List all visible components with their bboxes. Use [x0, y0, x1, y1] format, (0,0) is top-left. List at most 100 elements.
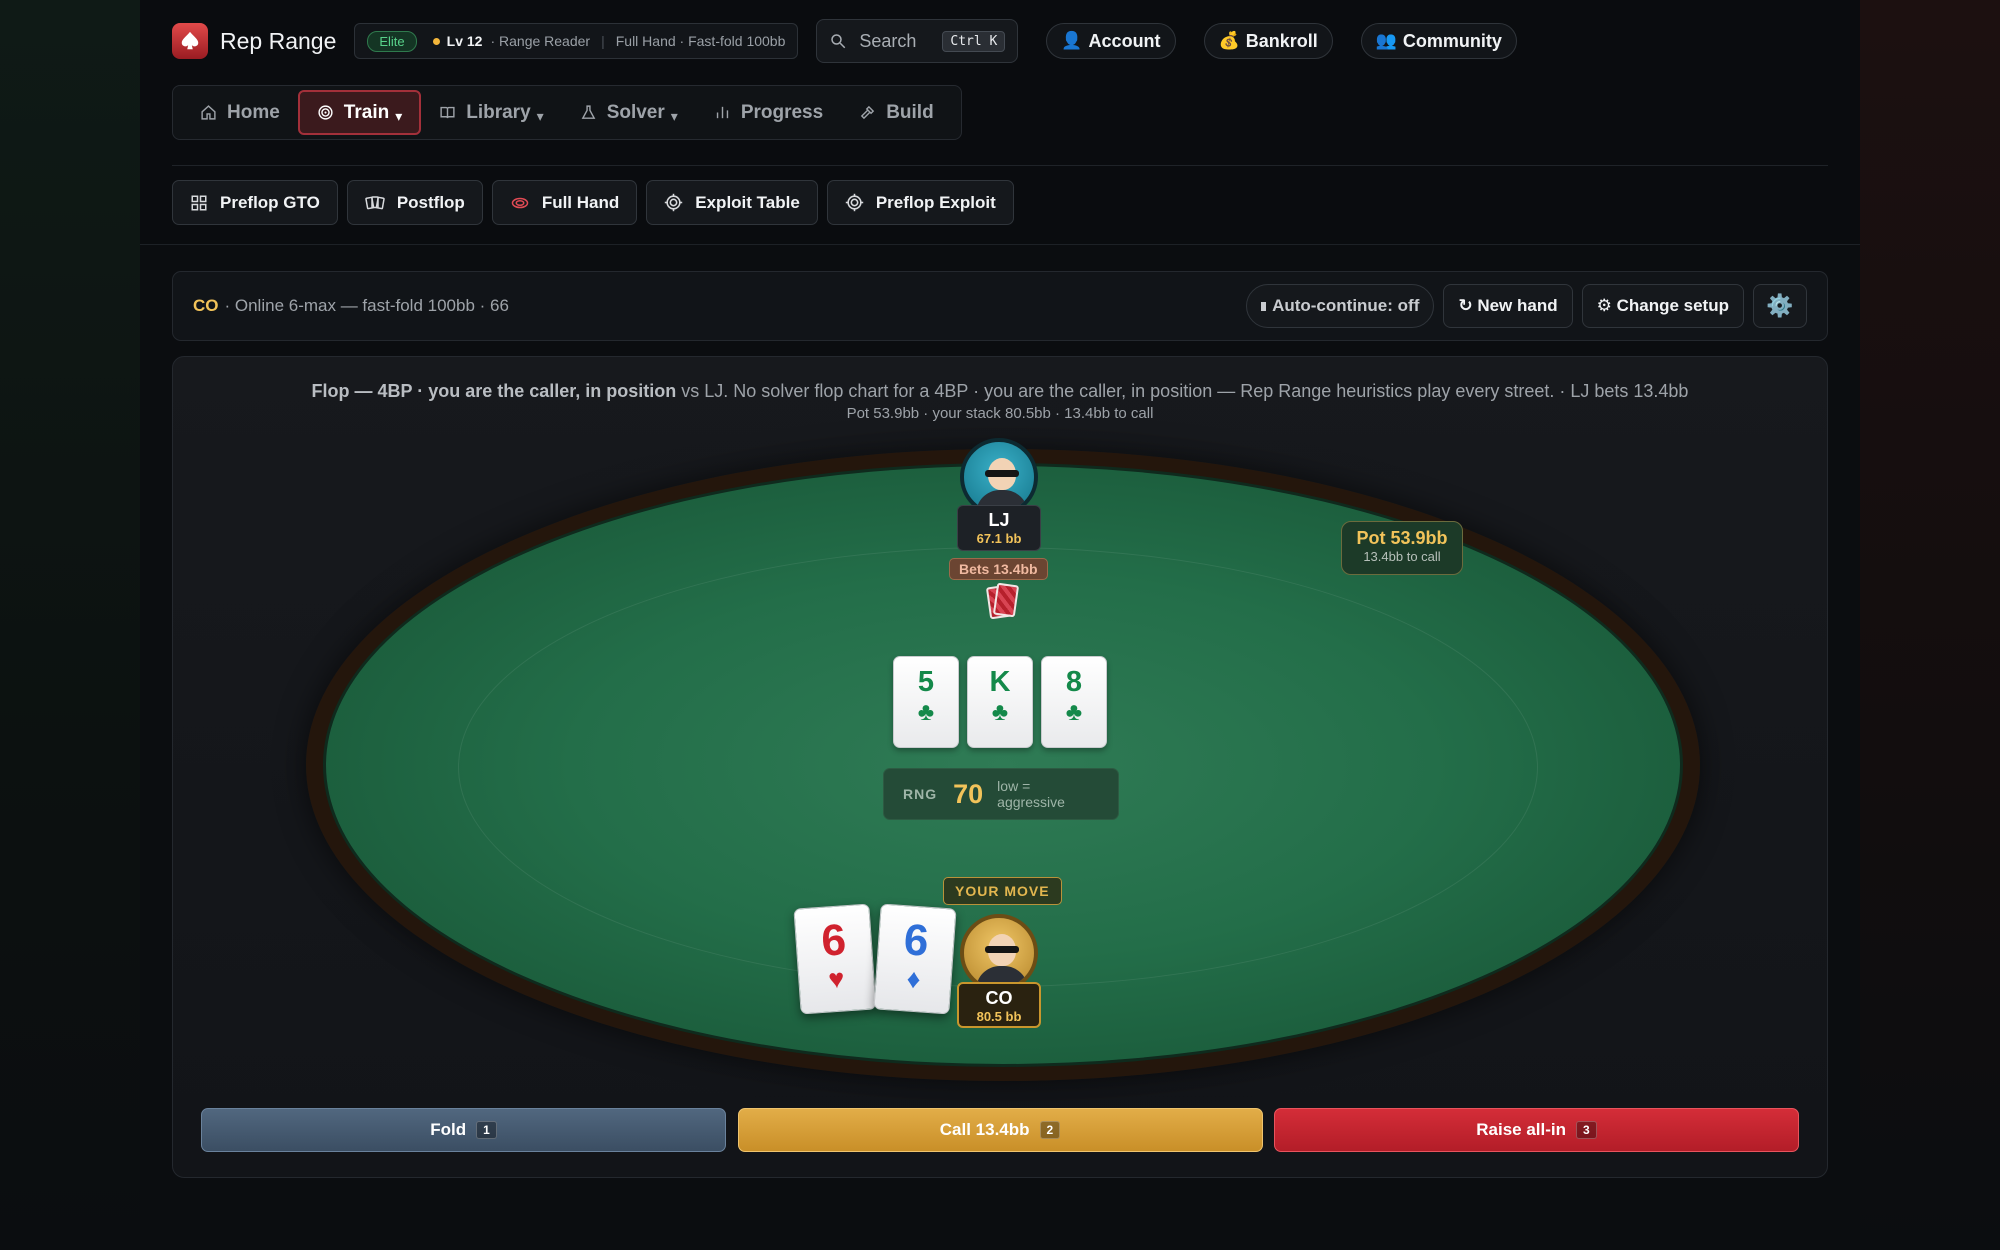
change-setup-button[interactable]: ⚙ Change setup — [1581, 284, 1744, 328]
rng-value: 70 — [953, 778, 984, 809]
club-icon: ♣ — [1065, 698, 1083, 726]
nav-home-label: Home — [227, 101, 280, 123]
toggle-indicator-icon — [1261, 301, 1267, 311]
community-label: Community — [1402, 30, 1502, 51]
card-rank: 6 — [819, 915, 848, 966]
call-button[interactable]: Call 13.4bb 2 — [737, 1108, 1263, 1152]
villain-name: LJ — [988, 510, 1010, 530]
new-hand-button[interactable]: ↻ New hand — [1443, 284, 1573, 328]
bankroll-button[interactable]: 💰 Bankroll — [1203, 23, 1333, 59]
spade-icon — [181, 31, 199, 50]
tier-badge: Elite — [367, 30, 417, 52]
bankroll-label: Bankroll — [1245, 30, 1318, 51]
card-rank: 5 — [917, 666, 935, 698]
card-back-icon — [992, 582, 1020, 618]
club-icon: ♣ — [917, 698, 935, 726]
action-buttons: Fold 1 Call 13.4bb 2 Raise all-in 3 — [201, 1108, 1799, 1152]
board-card: 8 ♣ — [1041, 656, 1107, 748]
background-left — [0, 0, 140, 1250]
level-label: Lv 12 — [446, 33, 483, 49]
search-icon — [831, 34, 846, 49]
training-modes: Preflop GTO Postflop Full Hand Exploit T… — [172, 180, 1023, 225]
rng-hint: low = aggressive — [997, 778, 1065, 810]
community-button[interactable]: 👥 Community — [1360, 23, 1517, 59]
hero-stack: 80.5 bb — [976, 1009, 1022, 1024]
nav-build-label: Build — [886, 101, 934, 123]
fold-button[interactable]: Fold 1 — [201, 1108, 726, 1152]
target-icon — [318, 105, 333, 120]
top-bar: Rep Range Elite Lv 12 · Range Reader | F… — [172, 19, 1517, 63]
hotkey-badge: 3 — [1576, 1121, 1597, 1139]
heart-icon: ♥ — [827, 963, 846, 995]
session-description: · Online 6-max — fast-fold 100bb · 66 — [224, 296, 509, 315]
mode-preflop-exploit[interactable]: Preflop Exploit — [826, 180, 1014, 225]
villain-stack: 67.1 bb — [976, 531, 1022, 546]
mode-full-hand[interactable]: Full Hand — [491, 180, 638, 225]
session-actions: Auto-continue: off ↻ New hand ⚙ Change s… — [1237, 284, 1807, 328]
rank-label: · Range Reader — [490, 33, 591, 49]
nav-solver-label: Solver — [606, 101, 665, 123]
user-icon: 👤 — [1061, 31, 1083, 50]
book-icon — [440, 106, 455, 119]
mode-preflop-gto[interactable]: Preflop GTO — [172, 180, 338, 225]
hotkey-badge: 2 — [1039, 1121, 1061, 1139]
street-headline: Flop — 4BP · you are the caller, in posi… — [173, 381, 1827, 402]
hero-avatar — [960, 914, 1038, 992]
search-shortcut: Ctrl K — [942, 30, 1006, 52]
divider: | — [601, 33, 605, 49]
pot-total: Pot 53.9bb — [1356, 528, 1448, 548]
cards-icon — [365, 195, 385, 209]
hero-nameplate: CO 80.5 bb — [957, 982, 1041, 1028]
headline-emphasis: Flop — 4BP · you are the caller, in posi… — [311, 381, 677, 401]
nav-library-label: Library — [466, 101, 531, 123]
bar-chart-icon — [716, 106, 728, 119]
nav-home[interactable]: Home — [182, 90, 298, 135]
nav-train[interactable]: Train ▾ — [297, 90, 422, 135]
account-button[interactable]: 👤 Account — [1046, 23, 1176, 59]
people-icon: 👥 — [1375, 31, 1397, 50]
money-bag-icon: 💰 — [1218, 31, 1240, 50]
villain-bet-badge: Bets 13.4bb — [949, 558, 1048, 580]
sunglasses-icon — [985, 470, 1019, 477]
auto-continue-toggle[interactable]: Auto-continue: off — [1246, 284, 1435, 328]
pot-summary: Pot 53.9bb · your stack 80.5bb · 13.4bb … — [846, 405, 1154, 422]
board-cards: 5 ♣ K ♣ 8 ♣ — [893, 656, 1115, 748]
nav-progress[interactable]: Progress — [696, 90, 841, 135]
app-title[interactable]: Rep Range — [220, 28, 336, 55]
mode-preflop-gto-label: Preflop GTO — [220, 192, 320, 212]
mode-preflop-exploit-label: Preflop Exploit — [875, 192, 996, 212]
fold-label: Fold — [430, 1120, 467, 1139]
pot-display: Pot 53.9bb 13.4bb to call — [1341, 521, 1463, 575]
sunglasses-icon — [985, 946, 1019, 953]
app-logo[interactable] — [172, 23, 208, 59]
gear-icon: ⚙️ — [1766, 293, 1794, 318]
nav-train-label: Train — [343, 101, 390, 123]
rng-display: RNG 70 low = aggressive — [883, 768, 1119, 820]
account-label: Account — [1088, 30, 1161, 51]
player-status[interactable]: Elite Lv 12 · Range Reader | Full Hand ·… — [354, 23, 799, 59]
nav-progress-label: Progress — [740, 101, 824, 123]
raise-all-in-button[interactable]: Raise all-in 3 — [1274, 1108, 1799, 1152]
raise-label: Raise all-in — [1476, 1120, 1567, 1139]
nav-build[interactable]: Build — [841, 90, 952, 135]
search-label: Search — [859, 30, 917, 51]
settings-button[interactable]: ⚙️ — [1753, 284, 1807, 328]
nav-library[interactable]: Library ▾ — [421, 90, 561, 135]
mode-exploit-table-label: Exploit Table — [695, 192, 800, 212]
game-panel: Flop — 4BP · you are the caller, in posi… — [172, 356, 1828, 1178]
main-nav: Home Train ▾ Library ▾ Solver ▾ Progress… — [172, 85, 962, 140]
auto-continue-label: Auto-continue: off — [1272, 296, 1420, 315]
level-dot-icon — [432, 37, 440, 45]
mode-exploit-table[interactable]: Exploit Table — [646, 180, 818, 225]
crosshair-icon — [845, 193, 864, 212]
mode-postflop[interactable]: Postflop — [346, 180, 483, 225]
change-setup-label: ⚙ Change setup — [1596, 296, 1729, 315]
club-icon: ♣ — [991, 698, 1009, 726]
grid-icon — [191, 195, 207, 210]
search-button[interactable]: Search Ctrl K — [816, 19, 1019, 63]
background-right — [1860, 0, 2000, 1250]
board-card: K ♣ — [967, 656, 1033, 748]
home-icon — [201, 105, 216, 120]
flask-icon — [581, 105, 596, 119]
nav-solver[interactable]: Solver ▾ — [562, 90, 696, 135]
